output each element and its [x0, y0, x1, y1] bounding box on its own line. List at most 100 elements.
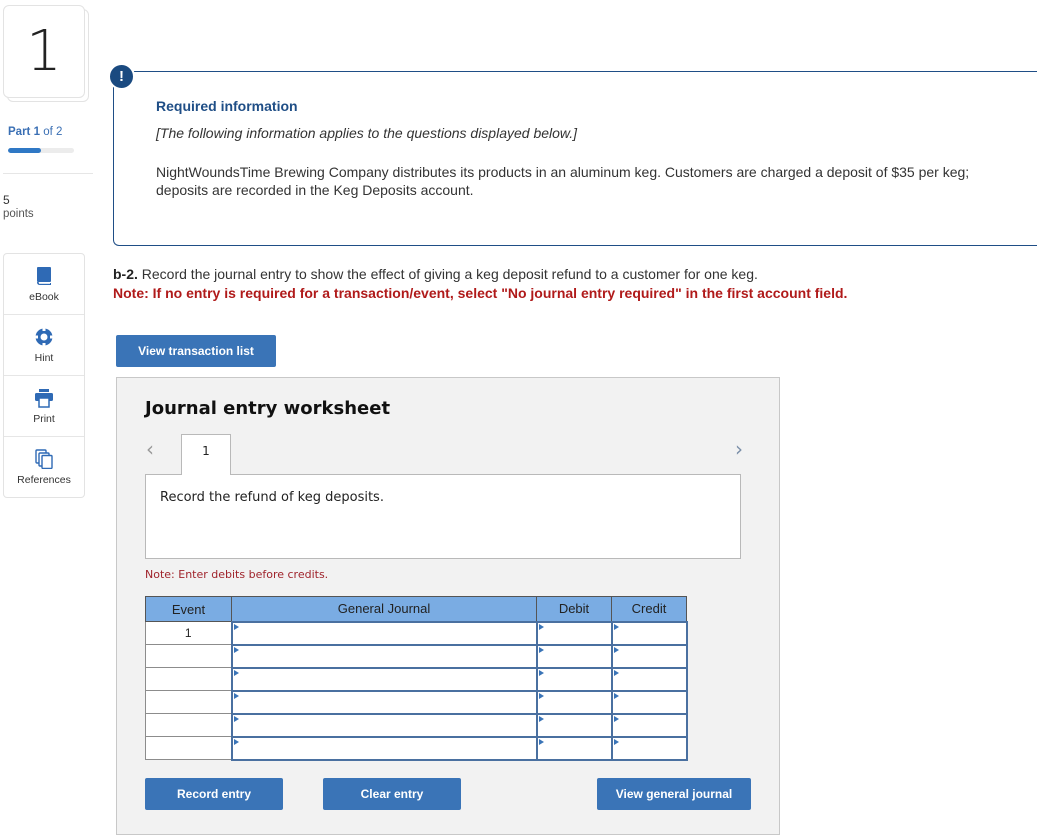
journal-row — [145, 689, 688, 715]
points-label: points — [3, 208, 34, 220]
event-cell — [145, 644, 232, 668]
book-icon — [37, 266, 51, 285]
transaction-description: Record the refund of keg deposits. — [160, 490, 384, 505]
printer-icon — [35, 388, 53, 408]
clear-entry-button[interactable]: Clear entry — [323, 778, 461, 810]
debits-before-credits-note: Note: Enter debits before credits. — [145, 568, 329, 581]
account-select[interactable] — [232, 737, 536, 759]
print-button[interactable]: Print — [4, 376, 84, 437]
dropdown-marker-icon — [233, 669, 239, 676]
account-select[interactable] — [232, 645, 536, 667]
header-debit: Debit — [536, 596, 612, 622]
event-cell — [145, 736, 232, 760]
tools-panel: eBook Hint Print References — [3, 253, 85, 498]
part-progress-bar — [8, 148, 74, 153]
event-cell: 1 — [145, 621, 232, 645]
credit-input-cell — [610, 735, 688, 761]
print-label: Print — [33, 412, 55, 425]
debit-input-cell — [535, 689, 613, 715]
credit-input[interactable] — [612, 714, 686, 736]
ebook-button[interactable]: eBook — [4, 254, 84, 315]
credit-input-cell — [610, 620, 688, 646]
view-general-journal-button[interactable]: View general journal — [597, 778, 751, 810]
dropdown-marker-icon — [233, 692, 239, 699]
transaction-description-box — [145, 474, 741, 559]
record-entry-button[interactable]: Record entry — [145, 778, 283, 810]
tab-1[interactable]: 1 — [181, 434, 231, 475]
journal-row — [145, 712, 688, 738]
header-general-journal: General Journal — [231, 596, 537, 622]
question-number: 1 — [3, 5, 85, 98]
references-label: References — [17, 474, 71, 486]
dropdown-marker-icon — [613, 692, 619, 699]
required-info-title: Required information — [156, 98, 298, 114]
event-cell — [145, 667, 232, 691]
account-select[interactable] — [232, 691, 536, 713]
journal-row: 1 — [145, 620, 688, 646]
dropdown-marker-icon — [233, 646, 239, 653]
journal-row — [145, 666, 688, 692]
journal-row — [145, 735, 688, 761]
account-select-cell — [230, 643, 538, 669]
points-value: 5 — [3, 193, 10, 207]
dropdown-marker-icon — [538, 738, 544, 745]
credit-input-cell — [610, 643, 688, 669]
copy-documents-icon — [35, 449, 53, 469]
debit-input[interactable] — [537, 645, 611, 667]
credit-input[interactable] — [612, 668, 686, 690]
debit-input-cell — [535, 643, 613, 669]
dropdown-marker-icon — [233, 715, 239, 722]
credit-input-cell — [610, 712, 688, 738]
dropdown-marker-icon — [233, 738, 239, 745]
header-credit: Credit — [611, 596, 687, 622]
dropdown-marker-icon — [538, 646, 544, 653]
credit-input[interactable] — [612, 622, 686, 644]
journal-table: Event General Journal Debit Credit 1 — [145, 596, 688, 761]
sidebar-divider — [3, 173, 93, 174]
debit-input-cell — [535, 712, 613, 738]
journal-table-header: Event General Journal Debit Credit — [145, 596, 687, 622]
alert-icon: ! — [108, 63, 135, 90]
credit-input[interactable] — [612, 737, 686, 759]
dropdown-marker-icon — [613, 623, 619, 630]
worksheet-title: Journal entry worksheet — [145, 398, 391, 419]
question-prompt: b-2. Record the journal entry to show th… — [113, 266, 758, 282]
account-select-cell — [230, 735, 538, 761]
part-progress-fill — [8, 148, 41, 153]
question-number-card: 1 — [3, 5, 89, 102]
dropdown-marker-icon — [233, 623, 239, 630]
debit-input[interactable] — [537, 714, 611, 736]
references-button[interactable]: References — [4, 437, 84, 498]
credit-input[interactable] — [612, 691, 686, 713]
debit-input[interactable] — [537, 668, 611, 690]
account-select[interactable] — [232, 714, 536, 736]
header-event: Event — [145, 596, 232, 622]
account-select[interactable] — [232, 622, 536, 644]
view-transaction-list-button[interactable]: View transaction list — [116, 335, 276, 367]
dropdown-marker-icon — [613, 738, 619, 745]
dropdown-marker-icon — [538, 715, 544, 722]
account-select-cell — [230, 689, 538, 715]
chevron-right-icon[interactable]: › — [735, 437, 743, 461]
debit-input-cell — [535, 666, 613, 692]
chevron-left-icon[interactable]: ‹ — [146, 437, 154, 461]
debit-input-cell — [535, 735, 613, 761]
dropdown-marker-icon — [538, 623, 544, 630]
account-select[interactable] — [232, 668, 536, 690]
credit-input-cell — [610, 666, 688, 692]
debit-input[interactable] — [537, 691, 611, 713]
part-prefix: Part — [8, 126, 31, 138]
debit-input[interactable] — [537, 622, 611, 644]
question-label: b-2. — [113, 266, 138, 282]
account-select-cell — [230, 712, 538, 738]
hint-button[interactable]: Hint — [4, 315, 84, 376]
event-cell — [145, 713, 232, 737]
event-cell — [145, 690, 232, 714]
dropdown-marker-icon — [538, 669, 544, 676]
question-note: Note: If no entry is required for a tran… — [113, 285, 848, 301]
question-text: Record the journal entry to show the eff… — [137, 266, 758, 282]
hint-label: Hint — [34, 351, 54, 364]
credit-input[interactable] — [612, 645, 686, 667]
dropdown-marker-icon — [613, 646, 619, 653]
debit-input[interactable] — [537, 737, 611, 759]
